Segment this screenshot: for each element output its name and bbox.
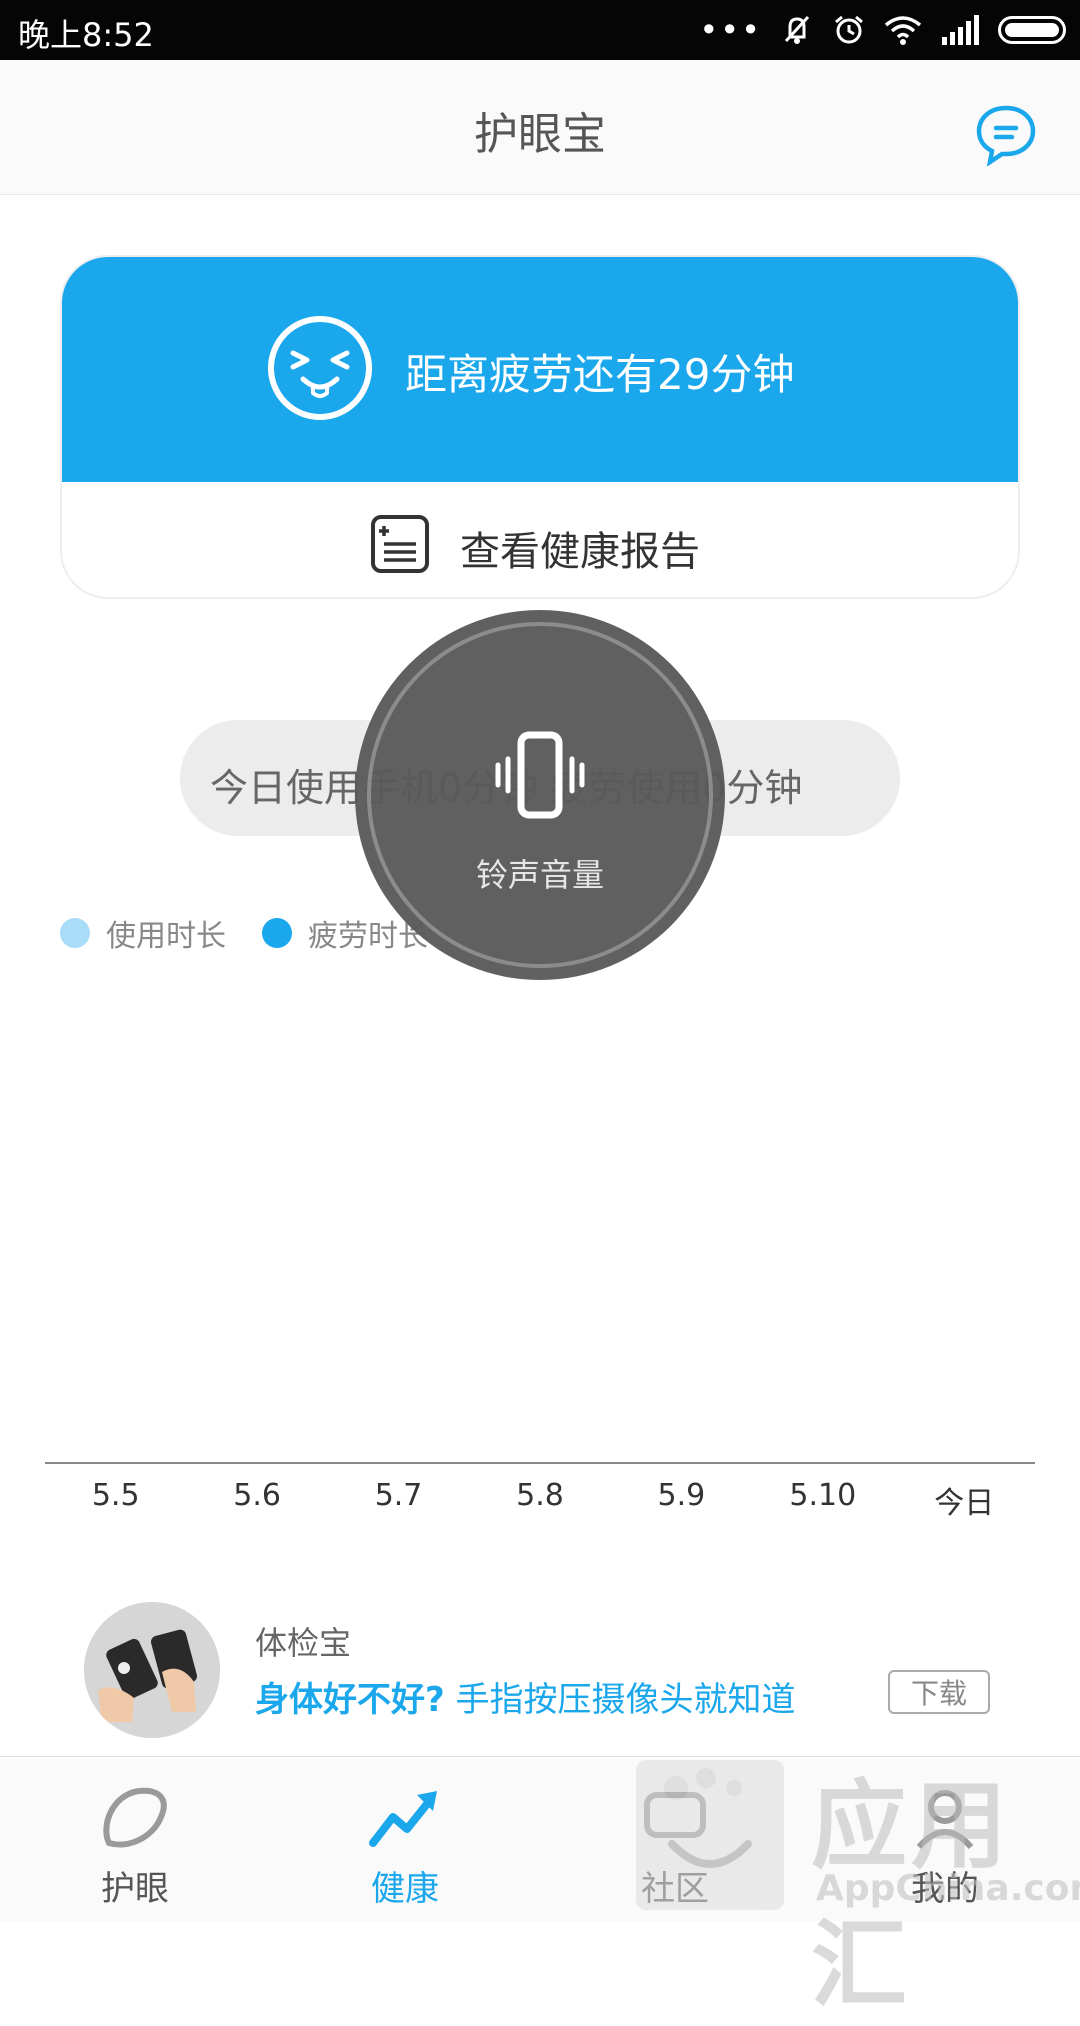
eye-icon	[103, 1787, 167, 1848]
chat-bubble-icon[interactable]	[974, 102, 1038, 166]
watermark-bag-icon	[636, 1760, 784, 1910]
nav-label-eye: 护眼	[101, 1869, 169, 1909]
fatigue-banner[interactable]: 距离疲劳还有29分钟	[62, 257, 1018, 482]
nav-item-health[interactable]: 健康	[270, 1757, 540, 1921]
chart-axis-labels: 5.5 5.6 5.7 5.8 5.9 5.10 今日	[45, 1478, 1035, 1522]
tired-face-icon	[268, 316, 372, 420]
legend-label-usage: 使用时长	[106, 919, 226, 954]
trend-icon	[369, 1791, 437, 1847]
mute-vibrate-icon	[784, 15, 810, 44]
fatigue-card: 距离疲劳还有29分钟 查看健康报告	[60, 255, 1020, 599]
alarm-icon	[835, 15, 863, 44]
page-title: 护眼宝	[474, 109, 606, 160]
chart-axis-line	[45, 1462, 1035, 1464]
battery-icon	[998, 16, 1066, 44]
ad-slogan-question: 身体好不好?	[255, 1680, 445, 1720]
axis-tick-label: 5.9	[657, 1478, 706, 1513]
legend-dot-usage	[60, 918, 90, 948]
ad-app-name: 体检宝	[255, 1624, 352, 1662]
volume-label: 铃声音量	[475, 856, 604, 894]
status-time: 晚上8:52	[18, 16, 154, 54]
phone-hands-icon	[84, 1602, 220, 1738]
ad-slogan: 身体好不好? 手指按压摄像头就知道	[255, 1672, 796, 1721]
ad-slogan-rest: 手指按压摄像头就知道	[455, 1680, 796, 1720]
watermark-url: AppChina.com	[816, 1868, 1080, 1909]
ad-banner[interactable]: 体检宝 身体好不好? 手指按压摄像头就知道 下载	[0, 1590, 1080, 1750]
axis-tick-label: 5.10	[789, 1478, 857, 1513]
app-header: 护眼宝	[0, 60, 1080, 195]
report-label: 查看健康报告	[460, 529, 700, 575]
report-icon	[371, 515, 429, 573]
download-button[interactable]: 下载	[888, 1670, 990, 1714]
axis-tick-label: 5.7	[374, 1478, 423, 1513]
fatigue-countdown: 距离疲劳还有29分钟	[405, 350, 795, 399]
axis-tick-label: 5.5	[91, 1478, 140, 1513]
appchina-watermark: 应用汇 AppChina.com	[636, 1740, 1080, 2021]
nav-item-eye[interactable]: 护眼	[0, 1757, 270, 1921]
legend-dot-fatigue	[262, 918, 292, 948]
ad-avatar	[84, 1602, 220, 1738]
wifi-icon	[884, 16, 922, 45]
axis-tick-label: 5.8	[516, 1478, 564, 1513]
nav-label-health: 健康	[371, 1869, 439, 1909]
health-report-button[interactable]: 查看健康报告	[62, 482, 1018, 597]
vibrate-icon	[495, 731, 585, 819]
status-bar: 晚上8:52 •••	[0, 0, 1080, 60]
status-icons: •••	[699, 8, 1066, 52]
signal-icon	[942, 15, 979, 45]
axis-tick-label: 5.6	[233, 1478, 281, 1513]
axis-tick-label: 今日	[934, 1486, 995, 1521]
more-dots-icon: •••	[699, 11, 762, 49]
volume-overlay: 铃声音量	[355, 610, 725, 980]
